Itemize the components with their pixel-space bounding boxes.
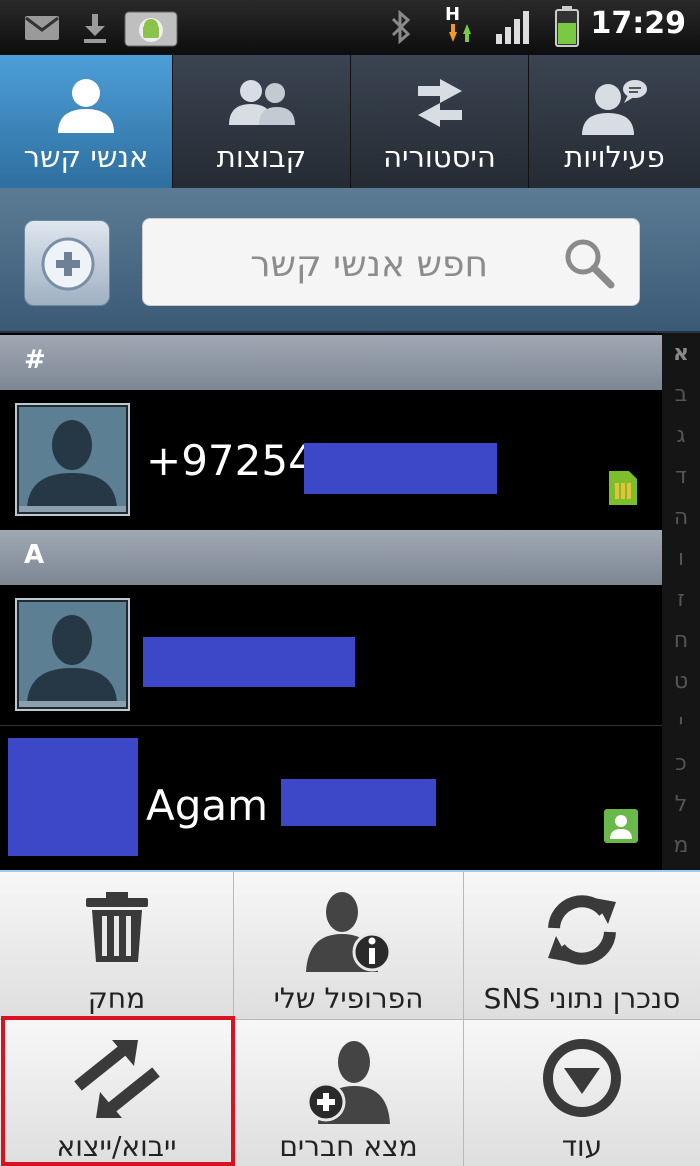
chevron-down-circle-icon xyxy=(543,1039,621,1117)
sync-icon xyxy=(548,895,616,965)
index-letter[interactable]: ד xyxy=(662,456,700,497)
index-letter[interactable]: ג xyxy=(662,415,700,456)
tab-history-label: היסטוריה xyxy=(383,140,496,174)
gmail-icon xyxy=(25,16,59,40)
phone-contact-icon xyxy=(604,809,638,843)
index-letter[interactable]: מ xyxy=(662,825,700,866)
tab-contacts[interactable]: אנשי קשר xyxy=(0,55,172,188)
menu-find-friends-label: מצא חברים xyxy=(279,1130,418,1163)
menu-delete[interactable]: מחק xyxy=(0,872,234,1020)
menu-more-label: עוד xyxy=(561,1130,603,1163)
index-letter[interactable]: ו xyxy=(662,538,700,579)
tab-bar: אנשי קשר קבוצות היסטוריה פעילויות xyxy=(0,55,700,188)
battery-icon xyxy=(555,6,579,47)
tab-contacts-label: אנשי קשר xyxy=(23,140,149,174)
tab-groups-label: קבוצות xyxy=(216,140,307,174)
section-header-hash: # xyxy=(0,335,662,390)
group-icon xyxy=(228,80,295,125)
swap-arrows-icon xyxy=(417,79,462,127)
tab-groups[interactable]: קבוצות xyxy=(172,55,350,188)
index-letter[interactable]: ט xyxy=(662,661,700,702)
tab-history[interactable]: היסטוריה xyxy=(350,55,528,188)
menu-my-profile[interactable]: הפרופיל שלי xyxy=(234,872,464,1020)
data-arrows-icon xyxy=(449,24,471,42)
index-letter[interactable]: א xyxy=(662,333,700,374)
menu-find-friends[interactable]: מצא חברים xyxy=(234,1020,464,1166)
signal-icon xyxy=(496,11,529,44)
index-letter[interactable]: ב xyxy=(662,374,700,415)
bluetooth-icon xyxy=(391,10,411,44)
index-letter[interactable]: ח xyxy=(662,620,700,661)
menu-more[interactable]: עוד xyxy=(464,1020,700,1166)
alphabet-index[interactable]: א ב ג ד ה ו ז ח ט י כ ל מ xyxy=(662,333,700,870)
contact-name: +97254 xyxy=(146,436,315,485)
status-bar: H 17:29 xyxy=(0,0,700,55)
import-export-icon xyxy=(73,1040,160,1118)
section-header-label: # xyxy=(24,345,46,375)
add-contact-icon xyxy=(41,237,95,291)
clock: 17:29 xyxy=(590,6,687,41)
person-icon xyxy=(58,79,114,133)
index-letter[interactable]: י xyxy=(662,702,700,743)
index-letter[interactable]: ה xyxy=(662,497,700,538)
download-icon xyxy=(84,14,106,43)
tab-activities-label: פעילויות xyxy=(564,140,665,174)
menu-delete-label: מחק xyxy=(87,982,146,1015)
contact-row[interactable]: +97254 xyxy=(0,390,662,530)
redaction-block xyxy=(143,637,355,687)
sim-card-icon xyxy=(609,471,637,505)
menu-sync-sns[interactable]: סנכרן נתוני SNS xyxy=(464,872,700,1020)
contact-name: Agam xyxy=(146,781,269,830)
section-header-label: A xyxy=(24,540,45,570)
tab-activities[interactable]: פעילויות xyxy=(528,55,700,188)
find-friends-icon xyxy=(306,1041,390,1124)
contact-avatar xyxy=(15,598,130,711)
trash-icon xyxy=(85,892,148,962)
search-placeholder: חפש אנשי קשר xyxy=(250,244,488,285)
index-letter[interactable]: כ xyxy=(662,743,700,784)
section-header-a: A xyxy=(0,530,662,585)
android-screenshot-icon xyxy=(124,11,178,47)
redaction-block xyxy=(304,443,497,494)
menu-my-profile-label: הפרופיל שלי xyxy=(273,982,424,1015)
menu-import-export[interactable]: ייבוא/ייצוא xyxy=(0,1020,234,1166)
index-letter[interactable]: ל xyxy=(662,784,700,825)
menu-import-export-label: ייבוא/ייצוא xyxy=(56,1130,177,1163)
contact-avatar xyxy=(15,403,130,516)
index-letter[interactable]: ז xyxy=(662,579,700,620)
profile-info-icon xyxy=(305,892,391,972)
add-contact-button[interactable] xyxy=(24,220,110,306)
redaction-block xyxy=(8,738,138,856)
contact-row[interactable]: Agam xyxy=(0,726,662,870)
menu-sync-sns-label: סנכרן נתוני SNS xyxy=(483,982,681,1015)
redaction-block xyxy=(281,779,436,826)
magnifier-icon[interactable] xyxy=(561,235,615,289)
activity-person-icon xyxy=(581,80,647,135)
contact-row[interactable] xyxy=(0,585,662,725)
